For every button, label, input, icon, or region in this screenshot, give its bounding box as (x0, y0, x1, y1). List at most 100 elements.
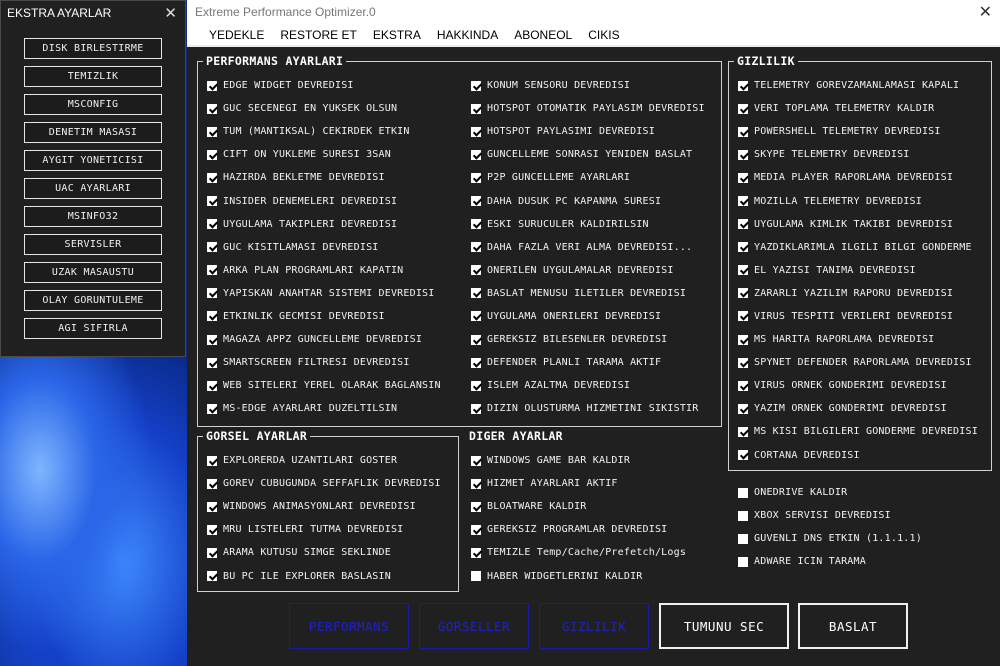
checkbox[interactable] (738, 80, 748, 91)
checkbox[interactable] (207, 524, 217, 535)
checkbox[interactable] (471, 455, 481, 466)
option-row[interactable]: TELEMETRY GOREVZAMANLAMASI KAPALI (738, 74, 978, 97)
option-row[interactable]: BU PC ILE EXPLORER BASLASIN (207, 564, 441, 587)
option-row[interactable]: KONUM SENSORU DEVREDISI (471, 74, 705, 97)
option-row[interactable]: BLOATWARE KALDIR (471, 495, 686, 518)
checkbox[interactable] (471, 571, 481, 582)
option-row[interactable]: ARKA PLAN PROGRAMLARI KAPATIN (207, 259, 441, 282)
checkbox[interactable] (471, 149, 481, 160)
option-row[interactable]: HOTSPOT PAYLASIMI DEVREDISI (471, 120, 705, 143)
option-row[interactable]: ZARARLI YAZILIM RAPORU DEVREDISI (738, 282, 978, 305)
option-row[interactable]: GEREKSIZ PROGRAMLAR DEVREDISI (471, 518, 686, 541)
checkbox[interactable] (738, 196, 748, 207)
option-row[interactable]: INSIDER DENEMELERI DEVREDISI (207, 189, 441, 212)
option-row[interactable]: DIZIN OLUSTURMA HIZMETINI SIKISTIR (471, 397, 705, 420)
checkbox[interactable] (471, 172, 481, 183)
checkbox[interactable] (207, 149, 217, 160)
option-row[interactable]: XBOX SERVISI DEVREDISI (738, 504, 922, 527)
option-row[interactable]: BASLAT MENUSU ILETILER DEVREDISI (471, 282, 705, 305)
option-row[interactable]: HOTSPOT OTOMATIK PAYLASIM DEVREDISI (471, 97, 705, 120)
option-row[interactable]: SPYNET DEFENDER RAPORLAMA DEVREDISI (738, 351, 978, 374)
checkbox[interactable] (738, 403, 748, 414)
menu-aboneol[interactable]: ABONEOL (506, 28, 580, 42)
option-row[interactable]: CIFT ON YUKLEME SURESI 3SAN (207, 143, 441, 166)
checkbox[interactable] (738, 487, 748, 498)
option-row[interactable]: VERI TOPLAMA TELEMETRY KALDIR (738, 97, 978, 120)
checkbox[interactable] (207, 403, 217, 414)
option-row[interactable]: ISLEM AZALTMA DEVREDISI (471, 374, 705, 397)
side-button-msinfo32[interactable]: MSINFO32 (24, 206, 162, 227)
option-row[interactable]: TEMIZLE Temp/Cache/Prefetch/Logs (471, 541, 686, 564)
checkbox[interactable] (207, 478, 217, 489)
performance-tab-button[interactable]: PERFORMANS (289, 603, 409, 649)
checkbox[interactable] (207, 126, 217, 137)
menu-hakkinda[interactable]: HAKKINDA (429, 28, 506, 42)
checkbox[interactable] (738, 311, 748, 322)
checkbox[interactable] (738, 103, 748, 114)
option-row[interactable]: SMARTSCREEN FILTRESI DEVREDISI (207, 351, 441, 374)
checkbox[interactable] (207, 571, 217, 582)
checkbox[interactable] (207, 311, 217, 322)
start-button[interactable]: BASLAT (798, 603, 908, 649)
option-row[interactable]: GUNCELLEME SONRASI YENIDEN BASLAT (471, 143, 705, 166)
side-button-olay-goruntuleme[interactable]: OLAY GORUNTULEME (24, 290, 162, 311)
option-row[interactable]: DEFENDER PLANLI TARAMA AKTIF (471, 351, 705, 374)
checkbox[interactable] (471, 380, 481, 391)
menu-cikis[interactable]: CIKIS (580, 28, 627, 42)
checkbox[interactable] (207, 288, 217, 299)
option-row[interactable]: YAZDIKLARIMLA ILGILI BILGI GONDERME (738, 236, 978, 259)
option-row[interactable]: GUC KISITLAMASI DEVREDISI (207, 236, 441, 259)
option-row[interactable]: MEDIA PLAYER RAPORLAMA DEVREDISI (738, 166, 978, 189)
option-row[interactable]: EDGE WIDGET DEVREDISI (207, 74, 441, 97)
checkbox[interactable] (207, 357, 217, 368)
checkbox[interactable] (738, 380, 748, 391)
side-button-temizlik[interactable]: TEMIZLIK (24, 66, 162, 87)
side-button-aygit-yoneticisi[interactable]: AYGIT YONETICISI (24, 150, 162, 171)
option-row[interactable]: MRU LISTELERI TUTMA DEVREDISI (207, 518, 441, 541)
checkbox[interactable] (207, 547, 217, 558)
checkbox[interactable] (471, 334, 481, 345)
checkbox[interactable] (738, 510, 748, 521)
option-row[interactable]: MAGAZA APPZ GUNCELLEME DEVREDISI (207, 328, 441, 351)
option-row[interactable]: TUM (MANTIKSAL) CEKIRDEK ETKIN (207, 120, 441, 143)
option-row[interactable]: WEB SITELERI YEREL OLARAK BAGLANSIN (207, 374, 441, 397)
option-row[interactable]: GEREKSIZ BILESENLER DEVREDISI (471, 328, 705, 351)
close-icon[interactable]: ✕ (979, 2, 992, 22)
option-row[interactable]: MS KISI BILGILERI GONDERME DEVREDISI (738, 420, 978, 443)
option-row[interactable]: YAZIM ORNEK GONDERIMI DEVREDISI (738, 397, 978, 420)
side-button-uac-ayarlari[interactable]: UAC AYARLARI (24, 178, 162, 199)
option-row[interactable]: EL YAZISI TANIMA DEVREDISI (738, 259, 978, 282)
checkbox[interactable] (471, 126, 481, 137)
option-row[interactable]: UYGULAMA KIMLIK TAKIBI DEVREDISI (738, 213, 978, 236)
checkbox[interactable] (207, 242, 217, 253)
side-button-denetim-masasi[interactable]: DENETIM MASASI (24, 122, 162, 143)
option-row[interactable]: MS-EDGE AYARLARI DUZELTILSIN (207, 397, 441, 420)
checkbox[interactable] (471, 501, 481, 512)
option-row[interactable]: MOZILLA TELEMETRY DEVREDISI (738, 189, 978, 212)
checkbox[interactable] (738, 334, 748, 345)
option-row[interactable]: HABER WIDGETLERINI KALDIR (471, 564, 686, 587)
checkbox[interactable] (738, 126, 748, 137)
option-row[interactable]: POWERSHELL TELEMETRY DEVREDISI (738, 120, 978, 143)
checkbox[interactable] (207, 219, 217, 230)
option-row[interactable]: EXPLORERDA UZANTILARI GOSTER (207, 449, 441, 472)
option-row[interactable]: HIZMET AYARLARI AKTIF (471, 472, 686, 495)
option-row[interactable]: YAPISKAN ANAHTAR SISTEMI DEVREDISI (207, 282, 441, 305)
menu-restore-et[interactable]: RESTORE ET (272, 28, 364, 42)
checkbox[interactable] (471, 103, 481, 114)
option-row[interactable]: WINDOWS GAME BAR KALDIR (471, 449, 686, 472)
privacy-tab-button[interactable]: GIZLILIK (539, 603, 649, 649)
option-row[interactable]: ESKI SURUCULER KALDIRILSIN (471, 213, 705, 236)
checkbox[interactable] (207, 334, 217, 345)
option-row[interactable]: UYGULAMA ONERILERI DEVREDISI (471, 305, 705, 328)
option-row[interactable]: DAHA DUSUK PC KAPANMA SURESI (471, 189, 705, 212)
close-icon[interactable]: ✕ (164, 4, 177, 22)
option-row[interactable]: P2P GUNCELLEME AYARLARI (471, 166, 705, 189)
option-row[interactable]: MS HARITA RAPORLAMA DEVREDISI (738, 328, 978, 351)
side-button-uzak-masaustu[interactable]: UZAK MASAUSTU (24, 262, 162, 283)
checkbox[interactable] (471, 219, 481, 230)
checkbox[interactable] (207, 380, 217, 391)
option-row[interactable]: CORTANA DEVREDISI (738, 444, 978, 467)
checkbox[interactable] (471, 547, 481, 558)
option-row[interactable]: ONERILEN UYGULAMALAR DEVREDISI (471, 259, 705, 282)
